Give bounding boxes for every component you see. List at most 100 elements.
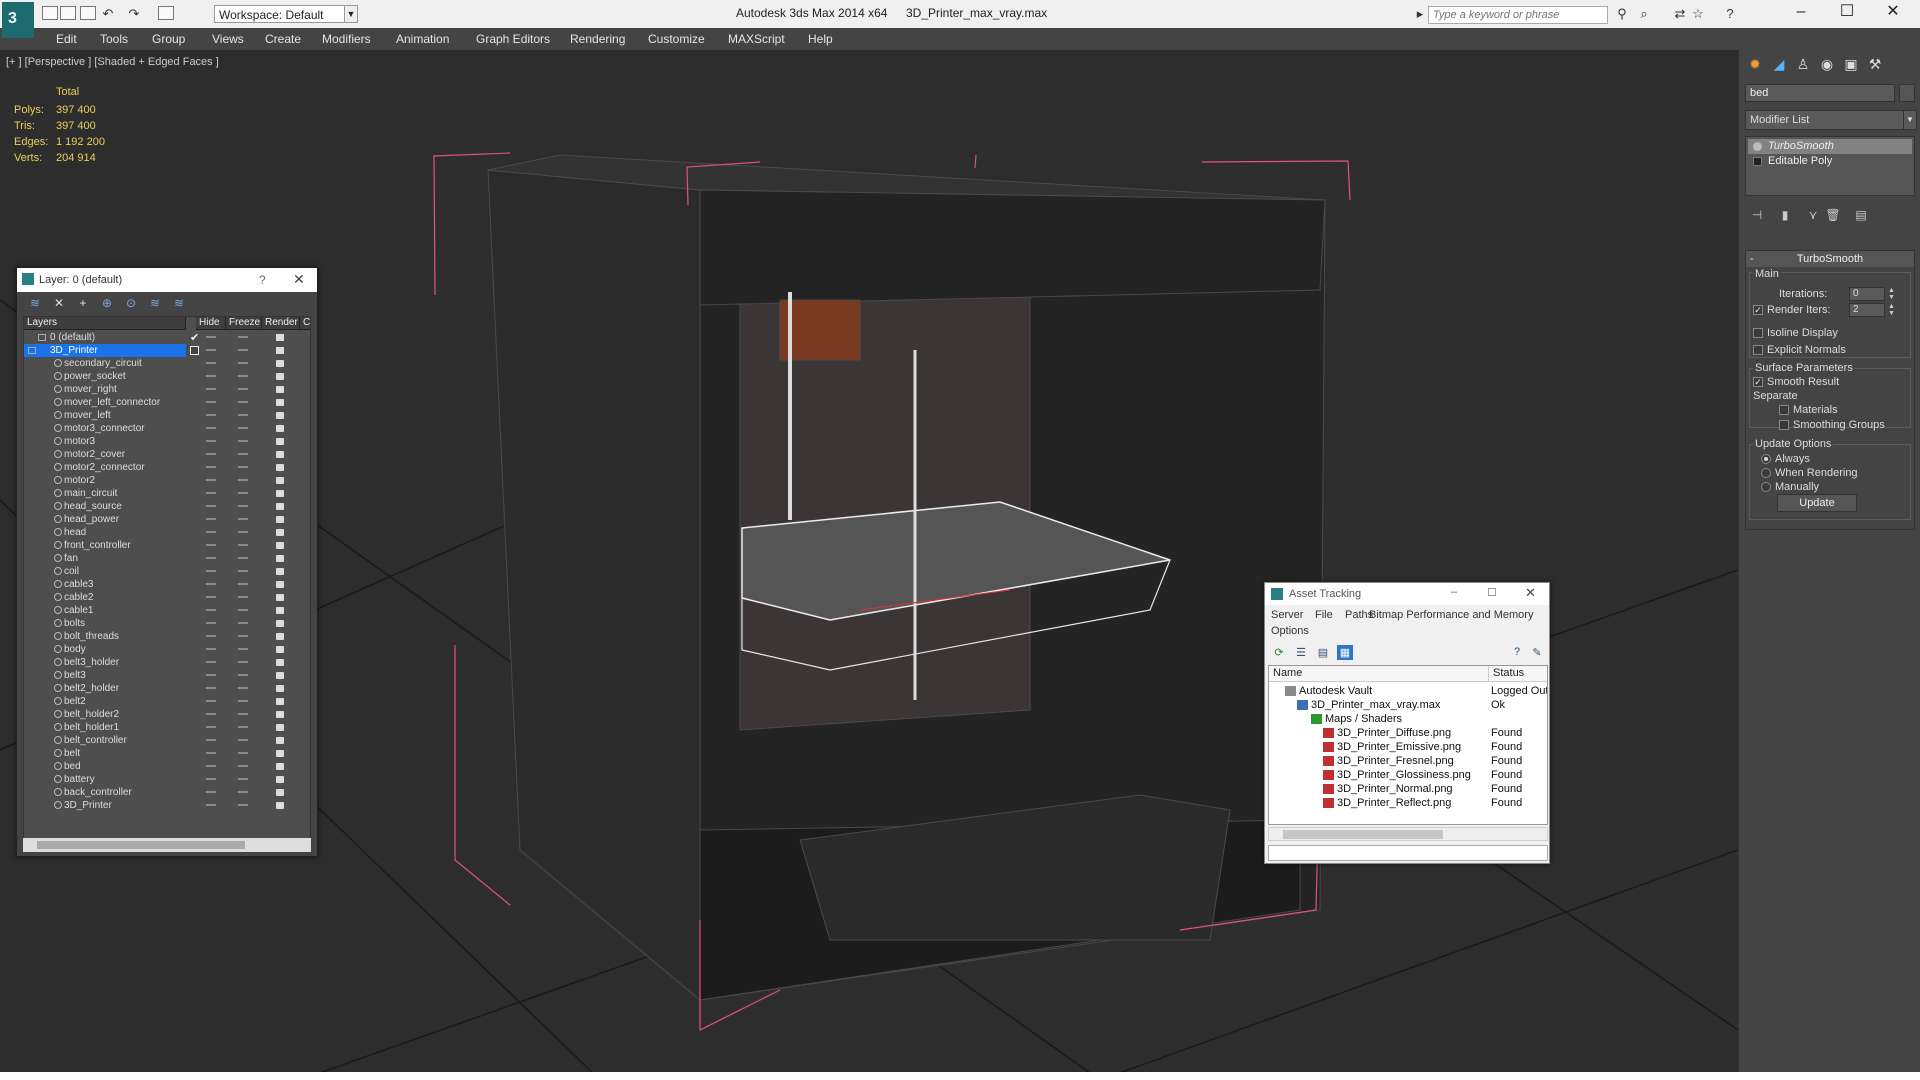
freeze-toggle[interactable] (238, 414, 248, 416)
freeze-toggle[interactable] (238, 791, 248, 793)
hide-toggle[interactable] (206, 349, 216, 351)
hide-toggle[interactable] (206, 635, 216, 637)
layer-object-row[interactable]: motor3_connector (24, 422, 310, 435)
lightbulb-icon[interactable] (1753, 142, 1762, 151)
hide-toggle[interactable] (206, 492, 216, 494)
new-file-icon[interactable] (42, 6, 58, 20)
hide-toggle[interactable] (206, 622, 216, 624)
maximize-button[interactable]: ☐ (1824, 0, 1870, 26)
viewport-label[interactable]: [+ ] [Perspective ] [Shaded + Edged Face… (6, 56, 219, 68)
search-input[interactable] (1428, 6, 1608, 24)
teapot-render-icon[interactable] (276, 360, 284, 367)
redo-icon[interactable]: ↷ (126, 7, 142, 21)
menu-create[interactable]: Create (265, 32, 301, 46)
layer-object-row[interactable]: body (24, 643, 310, 656)
hide-toggle[interactable] (206, 804, 216, 806)
asset-row[interactable]: 3D_Printer_max_vray.max Ok (1269, 698, 1547, 712)
scrollbar-thumb[interactable] (37, 841, 245, 849)
teapot-render-icon[interactable] (276, 672, 284, 679)
teapot-render-icon[interactable] (276, 451, 284, 458)
freeze-toggle[interactable] (238, 674, 248, 676)
menu-views[interactable]: Views (212, 32, 244, 46)
help-icon[interactable]: ? (259, 273, 266, 287)
menu-edit[interactable]: Edit (56, 32, 77, 46)
hide-toggle[interactable] (206, 583, 216, 585)
teapot-render-icon[interactable] (276, 737, 284, 744)
layer-object-row[interactable]: battery (24, 773, 310, 786)
menu-customize[interactable]: Customize (648, 32, 705, 46)
layer-object-row[interactable]: bolt_threads (24, 630, 310, 643)
hide-toggle[interactable] (206, 661, 216, 663)
hide-toggle[interactable] (206, 778, 216, 780)
refresh-icon[interactable]: ⟳ (1271, 645, 1287, 660)
layer-object-row[interactable]: mover_left (24, 409, 310, 422)
active-layer-checkbox[interactable] (190, 346, 199, 355)
column-header-status[interactable]: Status (1489, 666, 1547, 682)
freeze-toggle[interactable] (238, 804, 248, 806)
freeze-all-layers-icon[interactable]: ≋ (171, 296, 187, 310)
layer-object-row[interactable]: belt_controller (24, 734, 310, 747)
freeze-toggle[interactable] (238, 427, 248, 429)
column-header-freeze[interactable]: Freeze (226, 317, 262, 330)
app-logo[interactable]: 3 (2, 2, 34, 38)
hide-toggle[interactable] (206, 531, 216, 533)
motion-tab-icon[interactable]: ◉ (1817, 54, 1837, 74)
teapot-render-icon[interactable] (276, 581, 284, 588)
hide-toggle[interactable] (206, 336, 216, 338)
menu-graph-editors[interactable]: Graph Editors (476, 32, 550, 46)
hide-toggle[interactable] (206, 648, 216, 650)
chevron-down-icon[interactable]: ▼ (1903, 110, 1917, 130)
layer-object-row[interactable]: 3D_Printer (24, 799, 310, 812)
freeze-toggle[interactable] (238, 544, 248, 546)
teapot-render-icon[interactable] (276, 334, 284, 341)
freeze-toggle[interactable] (238, 362, 248, 364)
scrollbar-thumb[interactable] (1283, 830, 1443, 839)
help-icon[interactable]: ? (1509, 645, 1525, 660)
update-button[interactable]: Update (1777, 494, 1857, 512)
help-icon[interactable]: ? (1722, 7, 1738, 21)
teapot-render-icon[interactable] (276, 724, 284, 731)
render-iters-checkbox[interactable]: ✓ (1753, 305, 1763, 315)
minimize-button[interactable]: – (1778, 0, 1824, 26)
teapot-render-icon[interactable] (276, 633, 284, 640)
menu-tools[interactable]: Tools (100, 32, 128, 46)
freeze-toggle[interactable] (238, 700, 248, 702)
freeze-toggle[interactable] (238, 661, 248, 663)
teapot-render-icon[interactable] (276, 607, 284, 614)
hide-toggle[interactable] (206, 414, 216, 416)
hide-toggle[interactable] (206, 544, 216, 546)
utilities-tab-icon[interactable]: ⚒ (1865, 54, 1885, 74)
freeze-toggle[interactable] (238, 687, 248, 689)
isoline-display-checkbox[interactable] (1753, 328, 1763, 338)
layer-object-row[interactable]: belt3_holder (24, 656, 310, 669)
hide-toggle[interactable] (206, 674, 216, 676)
settings-icon[interactable]: ✎ (1529, 645, 1545, 660)
column-header-name[interactable]: Name (1269, 666, 1489, 682)
column-header-color[interactable]: C (300, 317, 310, 330)
hide-toggle[interactable] (206, 557, 216, 559)
layer-object-row[interactable]: bolts (24, 617, 310, 630)
teapot-render-icon[interactable] (276, 659, 284, 666)
hide-toggle[interactable] (206, 713, 216, 715)
hide-toggle[interactable] (206, 687, 216, 689)
modify-tab-icon[interactable]: ◢ (1769, 54, 1789, 74)
hierarchy-tab-icon[interactable]: ♙ (1793, 54, 1813, 74)
layer-object-row[interactable]: motor2_connector (24, 461, 310, 474)
layer-object-row[interactable]: mover_right (24, 383, 310, 396)
layer-object-row[interactable]: belt2 (24, 695, 310, 708)
binoculars-icon[interactable]: ⚲ (1614, 7, 1630, 21)
layer-window-titlebar[interactable]: Layer: 0 (default) ? ✕ (17, 268, 317, 292)
layer-object-row[interactable]: belt2_holder (24, 682, 310, 695)
asset-menu-bitmap[interactable]: Bitmap Performance and Memory (1369, 609, 1533, 621)
exchange-icon[interactable]: ⇄ (1672, 7, 1688, 21)
freeze-toggle[interactable] (238, 596, 248, 598)
smoothing-groups-checkbox[interactable] (1779, 420, 1789, 430)
search-icon[interactable]: ⌕ (1636, 7, 1652, 21)
freeze-toggle[interactable] (238, 518, 248, 520)
project-folder-icon[interactable] (158, 6, 174, 20)
layer-object-row[interactable]: belt_holder1 (24, 721, 310, 734)
freeze-toggle[interactable] (238, 453, 248, 455)
freeze-toggle[interactable] (238, 570, 248, 572)
menu-maxscript[interactable]: MAXScript (728, 32, 785, 46)
create-tab-icon[interactable]: ✹ (1745, 54, 1765, 74)
